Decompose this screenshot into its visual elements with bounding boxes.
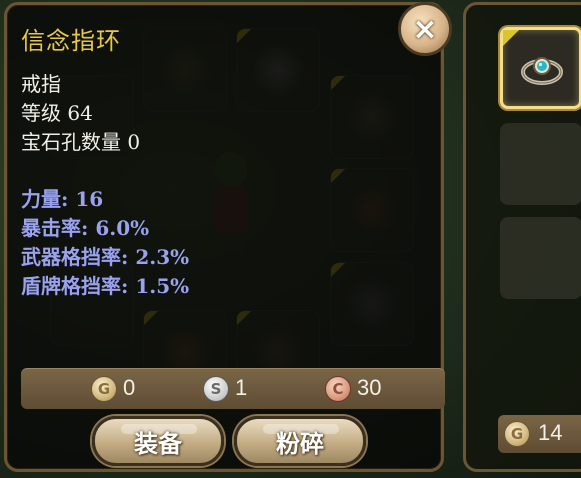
item-tooltip: 信念指环 戒指 等级 64 宝石孔数量 0 力量: 16 暴击率: 6.0% 武… xyxy=(4,2,445,472)
equipment-panel: G 14 xyxy=(463,2,581,472)
gold-coin-icon: G xyxy=(504,421,530,447)
copper-amount: 30 xyxy=(357,375,382,400)
close-icon: × xyxy=(412,11,438,47)
equip-button-label: 装备 xyxy=(134,428,182,458)
item-level: 等级 64 xyxy=(21,101,93,125)
equipped-ring-slot[interactable] xyxy=(500,27,581,109)
equipment-slot[interactable] xyxy=(500,123,581,205)
stat-crit-rate: 暴击率: 6.0% xyxy=(21,216,150,240)
copper-coin-icon: C xyxy=(325,376,351,402)
gold-amount: 14 xyxy=(538,420,563,445)
stat-strength: 力量: 16 xyxy=(21,187,104,211)
equip-button[interactable]: 装备 xyxy=(92,416,224,466)
silver-coin-icon: S xyxy=(203,376,229,402)
smash-button[interactable]: 粉碎 xyxy=(234,416,366,466)
gem-slot-count: 宝石孔数量 0 xyxy=(21,130,141,154)
item-name: 信念指环 xyxy=(21,27,121,55)
stat-shield-block: 盾牌格挡率: 1.5% xyxy=(21,274,190,298)
equipment-price-bar: G 14 xyxy=(498,415,581,453)
sell-price-bar: G 0 S 1 C 30 xyxy=(21,368,445,409)
silver-amount: 1 xyxy=(235,375,248,400)
stat-weapon-block: 武器格挡率: 2.3% xyxy=(21,245,190,269)
close-button[interactable]: × xyxy=(398,2,452,56)
gold-amount: 0 xyxy=(123,375,136,400)
smash-button-label: 粉碎 xyxy=(276,428,324,458)
equipment-slot[interactable] xyxy=(500,217,581,299)
gold-coin-icon: G xyxy=(91,376,117,402)
item-type: 戒指 xyxy=(21,72,61,96)
ring-icon xyxy=(521,57,563,85)
